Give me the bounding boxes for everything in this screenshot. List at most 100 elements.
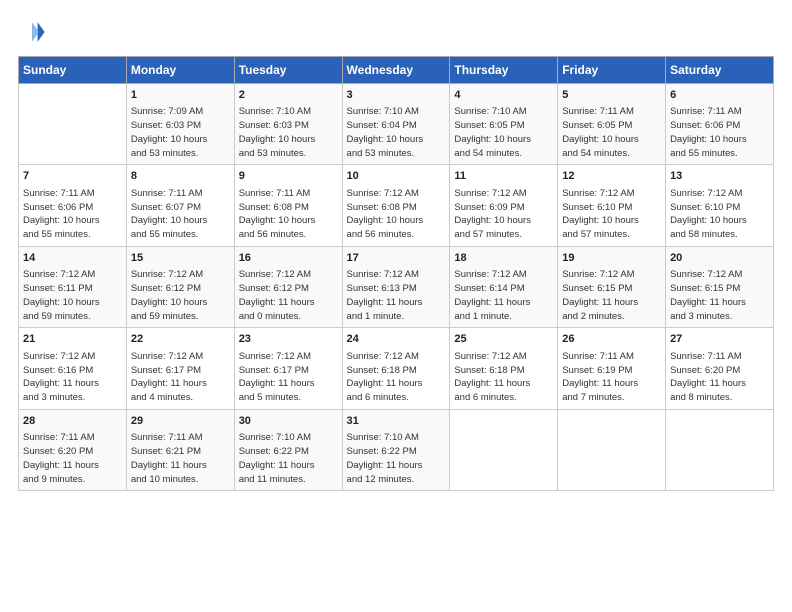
calendar-cell: 18 Sunrise: 7:12 AM Sunset: 6:14 PM Dayli… [450, 246, 558, 327]
week-row-4: 21 Sunrise: 7:12 AM Sunset: 6:16 PM Dayli… [19, 328, 774, 409]
page: SundayMondayTuesdayWednesdayThursdayFrid… [0, 0, 792, 612]
day-number: 24 [347, 332, 446, 347]
calendar-cell: 13 Sunrise: 7:12 AM Sunset: 6:10 PM Dayli… [666, 165, 774, 246]
day-number: 21 [23, 332, 122, 347]
day-info: Sunrise: 7:12 AM Sunset: 6:12 PM Dayligh… [239, 268, 338, 323]
day-info: Sunrise: 7:11 AM Sunset: 6:06 PM Dayligh… [670, 105, 769, 160]
day-info: Sunrise: 7:11 AM Sunset: 6:06 PM Dayligh… [23, 187, 122, 242]
calendar-cell: 28 Sunrise: 7:11 AM Sunset: 6:20 PM Dayli… [19, 409, 127, 490]
header-day-tuesday: Tuesday [234, 57, 342, 84]
calendar-cell: 20 Sunrise: 7:12 AM Sunset: 6:15 PM Dayli… [666, 246, 774, 327]
header-day-thursday: Thursday [450, 57, 558, 84]
week-row-3: 14Sunrise: 7:12 AM Sunset: 6:11 PM Dayli… [19, 246, 774, 327]
day-number: 22 [131, 332, 230, 347]
calendar-cell: 5 Sunrise: 7:11 AM Sunset: 6:05 PM Daylig… [558, 84, 666, 165]
calendar-header: SundayMondayTuesdayWednesdayThursdayFrid… [19, 57, 774, 84]
day-number: 13 [670, 169, 769, 184]
day-number: 9 [239, 169, 338, 184]
calendar-cell: 19 Sunrise: 7:12 AM Sunset: 6:15 PM Dayli… [558, 246, 666, 327]
calendar-cell: 31 Sunrise: 7:10 AM Sunset: 6:22 PM Dayli… [342, 409, 450, 490]
header-day-monday: Monday [126, 57, 234, 84]
day-number: 31 [347, 414, 446, 429]
day-info: Sunrise: 7:11 AM Sunset: 6:21 PM Dayligh… [131, 431, 230, 486]
calendar-table: SundayMondayTuesdayWednesdayThursdayFrid… [18, 56, 774, 491]
day-number: 20 [670, 251, 769, 266]
calendar-cell: 12Sunrise: 7:12 AM Sunset: 6:10 PM Dayli… [558, 165, 666, 246]
day-number: 26 [562, 332, 661, 347]
day-number: 14 [23, 251, 122, 266]
day-info: Sunrise: 7:10 AM Sunset: 6:04 PM Dayligh… [347, 105, 446, 160]
calendar-cell [19, 84, 127, 165]
header-day-friday: Friday [558, 57, 666, 84]
calendar-cell: 7 Sunrise: 7:11 AM Sunset: 6:06 PM Daylig… [19, 165, 127, 246]
day-info: Sunrise: 7:12 AM Sunset: 6:17 PM Dayligh… [239, 350, 338, 405]
calendar-cell: 27Sunrise: 7:11 AM Sunset: 6:20 PM Dayli… [666, 328, 774, 409]
header-row: SundayMondayTuesdayWednesdayThursdayFrid… [19, 57, 774, 84]
day-info: Sunrise: 7:12 AM Sunset: 6:10 PM Dayligh… [670, 187, 769, 242]
week-row-5: 28 Sunrise: 7:11 AM Sunset: 6:20 PM Dayli… [19, 409, 774, 490]
day-info: Sunrise: 7:12 AM Sunset: 6:17 PM Dayligh… [131, 350, 230, 405]
day-number: 2 [239, 88, 338, 103]
day-info: Sunrise: 7:11 AM Sunset: 6:20 PM Dayligh… [23, 431, 122, 486]
day-info: Sunrise: 7:10 AM Sunset: 6:05 PM Dayligh… [454, 105, 553, 160]
week-row-2: 7 Sunrise: 7:11 AM Sunset: 6:06 PM Daylig… [19, 165, 774, 246]
calendar-cell: 14Sunrise: 7:12 AM Sunset: 6:11 PM Dayli… [19, 246, 127, 327]
day-info: Sunrise: 7:11 AM Sunset: 6:07 PM Dayligh… [131, 187, 230, 242]
calendar-cell [450, 409, 558, 490]
calendar-cell: 22 Sunrise: 7:12 AM Sunset: 6:17 PM Dayli… [126, 328, 234, 409]
day-info: Sunrise: 7:12 AM Sunset: 6:15 PM Dayligh… [562, 268, 661, 323]
day-info: Sunrise: 7:09 AM Sunset: 6:03 PM Dayligh… [131, 105, 230, 160]
day-number: 30 [239, 414, 338, 429]
day-number: 7 [23, 169, 122, 184]
calendar-cell: 10 Sunrise: 7:12 AM Sunset: 6:08 PM Dayli… [342, 165, 450, 246]
calendar-cell: 24 Sunrise: 7:12 AM Sunset: 6:18 PM Dayli… [342, 328, 450, 409]
calendar-cell: 21 Sunrise: 7:12 AM Sunset: 6:16 PM Dayli… [19, 328, 127, 409]
day-number: 4 [454, 88, 553, 103]
calendar-body: 1Sunrise: 7:09 AM Sunset: 6:03 PM Daylig… [19, 84, 774, 491]
day-number: 5 [562, 88, 661, 103]
calendar-cell: 2Sunrise: 7:10 AM Sunset: 6:03 PM Daylig… [234, 84, 342, 165]
calendar-cell: 30Sunrise: 7:10 AM Sunset: 6:22 PM Dayli… [234, 409, 342, 490]
day-info: Sunrise: 7:11 AM Sunset: 6:05 PM Dayligh… [562, 105, 661, 160]
calendar-cell: 15 Sunrise: 7:12 AM Sunset: 6:12 PM Dayli… [126, 246, 234, 327]
day-info: Sunrise: 7:12 AM Sunset: 6:18 PM Dayligh… [454, 350, 553, 405]
day-number: 18 [454, 251, 553, 266]
day-info: Sunrise: 7:12 AM Sunset: 6:08 PM Dayligh… [347, 187, 446, 242]
day-info: Sunrise: 7:10 AM Sunset: 6:22 PM Dayligh… [347, 431, 446, 486]
logo [18, 18, 50, 46]
calendar-cell [666, 409, 774, 490]
calendar-cell: 8 Sunrise: 7:11 AM Sunset: 6:07 PM Daylig… [126, 165, 234, 246]
day-number: 3 [347, 88, 446, 103]
calendar-cell: 17Sunrise: 7:12 AM Sunset: 6:13 PM Dayli… [342, 246, 450, 327]
day-number: 12 [562, 169, 661, 184]
day-info: Sunrise: 7:12 AM Sunset: 6:09 PM Dayligh… [454, 187, 553, 242]
day-number: 23 [239, 332, 338, 347]
day-info: Sunrise: 7:11 AM Sunset: 6:20 PM Dayligh… [670, 350, 769, 405]
day-number: 11 [454, 169, 553, 184]
logo-icon [18, 18, 46, 46]
day-info: Sunrise: 7:12 AM Sunset: 6:15 PM Dayligh… [670, 268, 769, 323]
calendar-cell: 11 Sunrise: 7:12 AM Sunset: 6:09 PM Dayli… [450, 165, 558, 246]
calendar-cell [558, 409, 666, 490]
day-number: 15 [131, 251, 230, 266]
calendar-cell: 26Sunrise: 7:11 AM Sunset: 6:19 PM Dayli… [558, 328, 666, 409]
day-info: Sunrise: 7:11 AM Sunset: 6:08 PM Dayligh… [239, 187, 338, 242]
day-info: Sunrise: 7:12 AM Sunset: 6:14 PM Dayligh… [454, 268, 553, 323]
calendar-cell: 6Sunrise: 7:11 AM Sunset: 6:06 PM Daylig… [666, 84, 774, 165]
calendar-cell: 16Sunrise: 7:12 AM Sunset: 6:12 PM Dayli… [234, 246, 342, 327]
day-number: 10 [347, 169, 446, 184]
day-info: Sunrise: 7:12 AM Sunset: 6:16 PM Dayligh… [23, 350, 122, 405]
week-row-1: 1Sunrise: 7:09 AM Sunset: 6:03 PM Daylig… [19, 84, 774, 165]
header [18, 18, 774, 46]
header-day-wednesday: Wednesday [342, 57, 450, 84]
calendar-cell: 9 Sunrise: 7:11 AM Sunset: 6:08 PM Daylig… [234, 165, 342, 246]
header-day-sunday: Sunday [19, 57, 127, 84]
calendar-cell: 3 Sunrise: 7:10 AM Sunset: 6:04 PM Daylig… [342, 84, 450, 165]
day-number: 8 [131, 169, 230, 184]
calendar-cell: 25Sunrise: 7:12 AM Sunset: 6:18 PM Dayli… [450, 328, 558, 409]
day-number: 19 [562, 251, 661, 266]
day-number: 17 [347, 251, 446, 266]
day-number: 28 [23, 414, 122, 429]
day-info: Sunrise: 7:12 AM Sunset: 6:12 PM Dayligh… [131, 268, 230, 323]
day-info: Sunrise: 7:12 AM Sunset: 6:18 PM Dayligh… [347, 350, 446, 405]
